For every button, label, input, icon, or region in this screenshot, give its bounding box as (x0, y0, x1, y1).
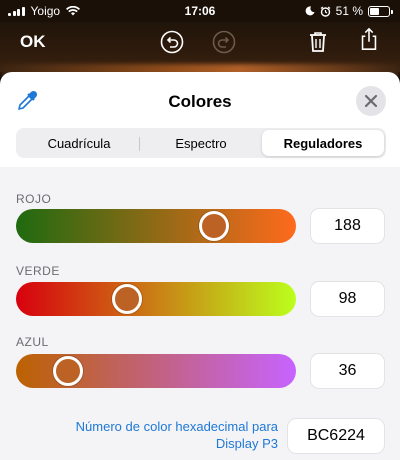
close-icon (365, 95, 377, 107)
share-icon[interactable] (357, 27, 381, 51)
tab-reguladores[interactable]: Reguladores (262, 130, 384, 156)
alarm-icon (320, 6, 331, 17)
battery-percentage: 51 % (335, 4, 363, 18)
green-value-field[interactable]: 98 (311, 282, 384, 316)
close-button[interactable] (356, 86, 386, 116)
red-slider-label: ROJO (16, 192, 52, 206)
blue-slider-label: AZUL (16, 335, 49, 349)
red-slider-knob[interactable] (199, 211, 230, 241)
moon-icon (305, 6, 315, 16)
battery-fill (370, 7, 380, 15)
ok-button[interactable]: OK (20, 32, 46, 52)
sheet-title: Colores (168, 92, 232, 111)
status-right: 51 % (305, 4, 393, 18)
status-bar: Yoigo 17:06 51 % (0, 0, 400, 22)
blue-value-field[interactable]: 36 (311, 354, 384, 388)
blue-slider-knob[interactable] (52, 356, 83, 386)
color-picker-sheet: Colores Cuadrícula Espectro Reguladores … (0, 72, 400, 460)
red-slider-track[interactable] (16, 209, 296, 243)
green-slider-label: VERDE (16, 264, 60, 278)
hex-color-label[interactable]: Número de color hexadecimal para Display… (40, 418, 278, 452)
tab-cuadricula[interactable]: Cuadrícula (18, 130, 140, 156)
mode-segmented-control: Cuadrícula Espectro Reguladores (16, 128, 386, 158)
redo-icon[interactable] (212, 30, 236, 54)
red-value-field[interactable]: 188 (311, 209, 384, 243)
undo-icon[interactable] (160, 30, 184, 54)
green-slider-track[interactable] (16, 282, 296, 316)
green-slider-knob[interactable] (112, 284, 143, 314)
blue-slider-track[interactable] (16, 354, 296, 388)
hex-value-field[interactable]: BC6224 (288, 419, 384, 453)
tab-espectro[interactable]: Espectro (140, 130, 262, 156)
battery-icon (368, 5, 393, 17)
trash-icon[interactable] (306, 30, 330, 54)
